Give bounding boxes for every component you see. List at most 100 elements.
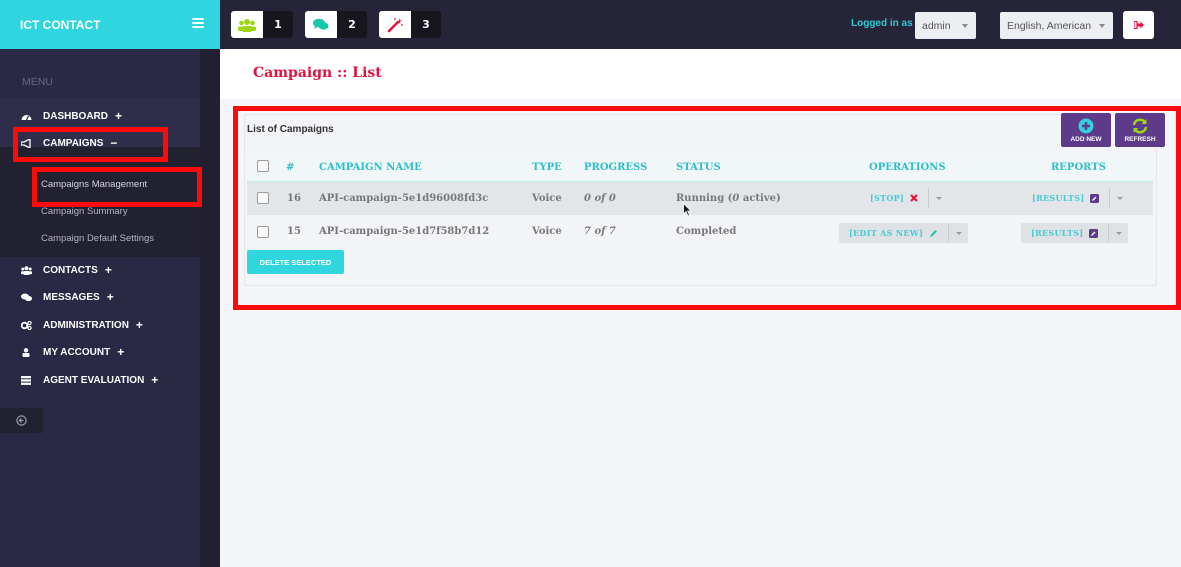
page-title: Campaign :: List bbox=[253, 65, 382, 81]
notification-count: 1 bbox=[263, 11, 293, 38]
reports-dropdown-toggle[interactable] bbox=[1109, 188, 1129, 208]
stop-button-group: [STOP] bbox=[860, 188, 948, 208]
notification-contacts[interactable]: 1 bbox=[231, 11, 293, 38]
sidebar-item-label: CONTACTS bbox=[43, 264, 98, 276]
cogs-icon bbox=[21, 320, 43, 330]
refresh-button[interactable]: REFRESH bbox=[1115, 113, 1165, 147]
sidebar-item-contacts[interactable]: CONTACTS + bbox=[21, 262, 112, 278]
user-select-value: admin bbox=[922, 19, 951, 32]
expand-icon: + bbox=[151, 373, 159, 387]
column-header-progress[interactable]: PROGRESS bbox=[584, 162, 647, 173]
results-button-group: [RESULTS] bbox=[1022, 188, 1129, 208]
edit-as-new-button[interactable]: [EDIT AS NEW] bbox=[839, 223, 948, 243]
campaign-type: Voice bbox=[532, 193, 562, 204]
operations-dropdown-toggle[interactable] bbox=[928, 188, 948, 208]
stop-button[interactable]: [STOP] bbox=[860, 188, 928, 208]
column-header-id: # bbox=[286, 162, 295, 173]
sidebar-item-label: ADMINISTRATION bbox=[43, 319, 129, 331]
submenu-campaigns-management[interactable]: Campaigns Management bbox=[41, 179, 147, 190]
submenu-campaign-summary[interactable]: Campaign Summary bbox=[41, 206, 128, 217]
logout-button[interactable] bbox=[1123, 11, 1154, 39]
caret-down-icon bbox=[1116, 196, 1123, 200]
collapse-icon: − bbox=[110, 136, 118, 150]
expand-icon: + bbox=[115, 109, 123, 123]
logged-in-label: Logged in as : bbox=[851, 18, 919, 29]
results-label: [RESULTS] bbox=[1031, 228, 1084, 238]
sign-out-icon bbox=[1133, 21, 1144, 29]
sidebar-item-label: MESSAGES bbox=[43, 291, 100, 303]
mouse-cursor-icon bbox=[683, 203, 692, 217]
edit-icon bbox=[1089, 228, 1099, 238]
dashboard-icon bbox=[21, 112, 43, 121]
brand-title: ICT CONTACT bbox=[20, 17, 101, 32]
expand-icon: + bbox=[106, 290, 114, 304]
chat-icon bbox=[305, 11, 337, 38]
language-select-value: English, American bbox=[1007, 19, 1092, 32]
server-icon bbox=[21, 375, 43, 385]
sidebar-item-agent-evaluation[interactable]: AGENT EVALUATION + bbox=[21, 372, 158, 388]
row-checkbox[interactable] bbox=[257, 192, 269, 204]
edit-as-new-button-group: [EDIT AS NEW] bbox=[839, 223, 969, 243]
notification-tasks[interactable]: 3 bbox=[379, 11, 441, 38]
column-header-type[interactable]: TYPE bbox=[532, 162, 562, 173]
row-checkbox[interactable] bbox=[257, 226, 269, 238]
bullhorn-icon bbox=[21, 138, 43, 148]
submenu-campaign-default-settings[interactable]: Campaign Default Settings bbox=[41, 233, 154, 244]
sidebar-item-administration[interactable]: ADMINISTRATION + bbox=[21, 317, 143, 333]
delete-selected-button[interactable]: DELETE SELECTED bbox=[247, 250, 344, 274]
refresh-icon bbox=[1132, 117, 1148, 134]
sidebar-item-dashboard[interactable]: DASHBOARD + bbox=[21, 108, 122, 124]
column-header-campaign-name[interactable]: CAMPAIGN NAME bbox=[319, 162, 422, 173]
sidebar-item-my-account[interactable]: MY ACCOUNT + bbox=[21, 344, 124, 360]
column-header-reports: REPORTS bbox=[1051, 162, 1106, 173]
sidebar-scroll-gutter bbox=[200, 49, 220, 567]
users-icon bbox=[21, 265, 43, 275]
campaign-progress: 0 of 0 bbox=[584, 193, 616, 204]
sidebar-collapse-button[interactable] bbox=[0, 408, 43, 433]
results-button[interactable]: [RESULTS] bbox=[1021, 223, 1108, 243]
results-button[interactable]: [RESULTS] bbox=[1022, 188, 1109, 208]
arrow-circle-left-icon bbox=[16, 415, 27, 426]
brand-bar: ICT CONTACT bbox=[0, 0, 220, 49]
app: ICT CONTACT 1 2 3 Logged in as : admin E… bbox=[0, 0, 1181, 567]
reports-dropdown-toggle[interactable] bbox=[1108, 223, 1128, 243]
plus-circle-icon bbox=[1078, 118, 1094, 133]
refresh-label: REFRESH bbox=[1124, 135, 1156, 143]
pencil-icon bbox=[930, 229, 938, 237]
sidebar-item-label: AGENT EVALUATION bbox=[43, 374, 145, 386]
notification-count: 3 bbox=[411, 11, 441, 38]
hamburger-icon[interactable] bbox=[192, 18, 204, 29]
chevron-down-icon bbox=[1099, 24, 1105, 28]
caret-down-icon bbox=[935, 196, 942, 200]
sidebar-item-messages[interactable]: MESSAGES + bbox=[21, 289, 114, 305]
caret-down-icon bbox=[1115, 231, 1122, 235]
expand-icon: + bbox=[117, 345, 125, 359]
menu-label: MENU bbox=[22, 76, 53, 88]
caret-down-icon bbox=[955, 231, 962, 235]
campaign-progress: 7 of 7 bbox=[584, 226, 616, 237]
comments-icon bbox=[21, 293, 43, 302]
user-select[interactable]: admin bbox=[915, 12, 976, 39]
expand-icon: + bbox=[104, 263, 112, 277]
top-bar: 1 2 3 Logged in as : admin English, Amer… bbox=[220, 0, 1181, 49]
edit-icon bbox=[1090, 193, 1100, 203]
language-select[interactable]: English, American bbox=[1000, 12, 1113, 39]
notification-messages[interactable]: 2 bbox=[305, 11, 367, 38]
users-icon bbox=[231, 11, 263, 38]
campaign-type: Voice bbox=[532, 226, 562, 237]
stop-label: [STOP] bbox=[870, 193, 905, 203]
notification-count: 2 bbox=[337, 11, 367, 38]
campaign-id: 16 bbox=[287, 193, 301, 204]
operations-dropdown-toggle[interactable] bbox=[948, 223, 968, 243]
select-all-checkbox[interactable] bbox=[257, 160, 269, 172]
magic-wand-icon bbox=[379, 11, 411, 38]
edit-as-new-label: [EDIT AS NEW] bbox=[849, 228, 924, 238]
results-label: [RESULTS] bbox=[1032, 193, 1085, 203]
add-new-button[interactable]: ADD NEW bbox=[1061, 113, 1111, 147]
column-header-status[interactable]: STATUS bbox=[676, 162, 721, 173]
sidebar-item-label: MY ACCOUNT bbox=[43, 346, 111, 358]
results-button-group: [RESULTS] bbox=[1021, 223, 1129, 243]
sidebar-item-campaigns[interactable]: CAMPAIGNS − bbox=[21, 135, 117, 151]
expand-icon: + bbox=[135, 318, 143, 332]
campaign-id: 15 bbox=[287, 226, 301, 237]
